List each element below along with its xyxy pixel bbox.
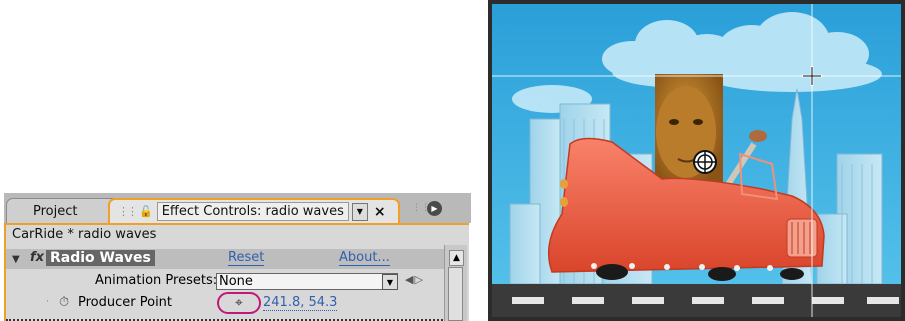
crosshair-icon: ⌖ [235,295,243,311]
scene-illustration [492,4,901,317]
animation-presets-select[interactable]: None [216,273,398,290]
chevron-down-icon[interactable]: ▼ [382,274,398,290]
fx-icon[interactable]: fx [30,250,44,265]
reset-link[interactable]: Reset [228,250,265,266]
vertical-scrollbar[interactable]: ▲ [444,245,467,321]
composition-viewer [488,0,905,321]
producer-point-value[interactable]: 241.8, 54.3 [263,295,338,311]
disclosure-triangle-icon[interactable]: ▼ [12,254,20,265]
panel-menu-icon[interactable]: ▶ [427,201,442,216]
preset-nav-arrows-icon[interactable]: ◀▷ [405,273,424,286]
tab-effect-controls[interactable]: ⋮⋮ 🔓 Effect Controls: radio waves ▼ × [108,198,400,223]
animation-presets-value: None [219,274,253,289]
about-link[interactable]: About... [339,250,390,266]
composition-label: CarRide * radio waves [12,227,157,242]
stopwatch-icon[interactable]: ⏱ [59,295,69,310]
effect-controls-content: CarRide * radio waves ▼ fx Radio Waves R… [4,225,469,321]
tab-dropdown-icon[interactable]: ▼ [351,202,368,221]
effect-name: Radio Waves [46,250,155,266]
close-icon[interactable]: × [374,204,386,220]
producer-point-label: Producer Point [78,295,173,310]
property-indent-icon: · [46,297,49,307]
panel-tab-bar: Project ⋮⋮ 🔓 Effect Controls: radio wave… [4,193,471,223]
effect-header-row[interactable]: ▼ fx Radio Waves Reset About... [6,249,444,269]
tab-project-label: Project [33,203,78,219]
composition-canvas[interactable] [492,4,901,317]
scroll-thumb[interactable] [448,267,463,321]
scroll-up-icon[interactable]: ▲ [449,250,464,266]
point-picker-button[interactable]: ⌖ [217,292,261,314]
lock-icon[interactable]: 🔓 [139,205,153,218]
producer-point-marker-icon[interactable] [693,150,717,174]
effect-controls-panel: Project ⋮⋮ 🔓 Effect Controls: radio wave… [4,193,471,321]
tab-grip-icon[interactable]: ⋮⋮ [118,205,138,218]
animation-presets-label: Animation Presets: [95,273,218,288]
tab-effect-controls-label: Effect Controls: radio waves [156,202,349,221]
